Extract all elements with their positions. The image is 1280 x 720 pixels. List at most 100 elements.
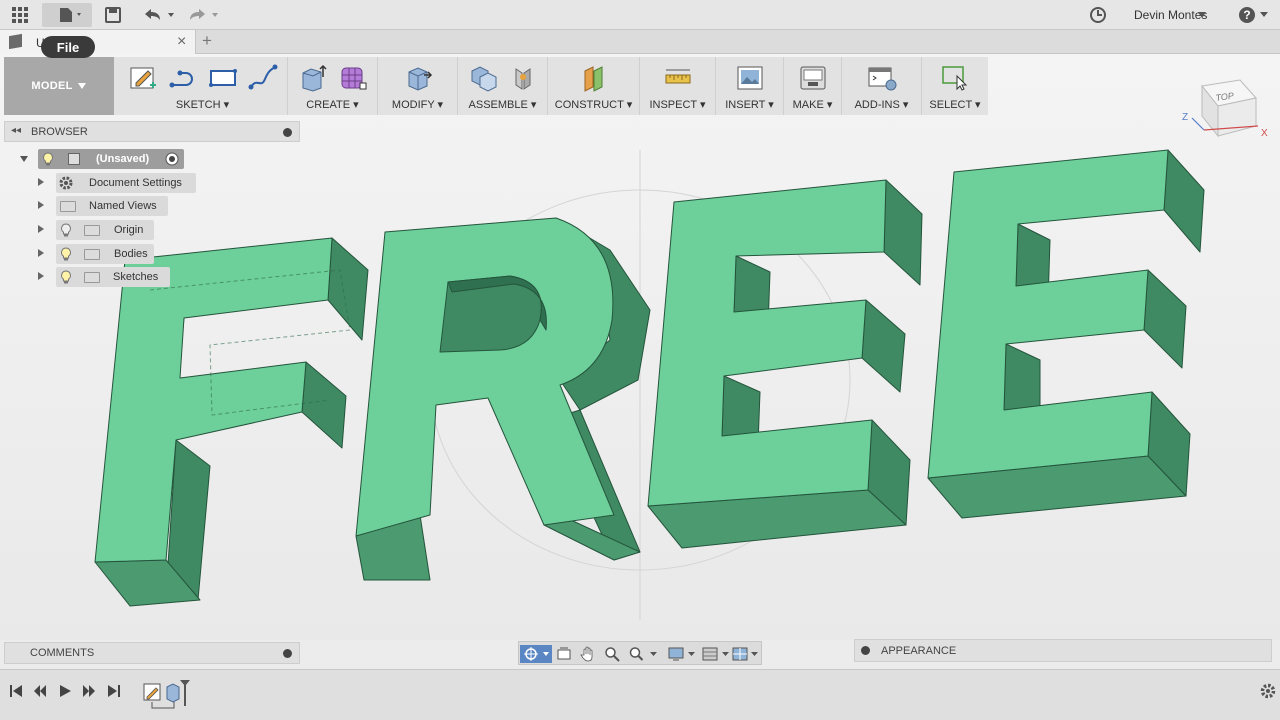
press-pull-icon[interactable] (403, 63, 433, 93)
visibility-bulb-icon[interactable] (60, 270, 72, 284)
look-at-button[interactable] (555, 645, 573, 663)
folder-icon (84, 272, 100, 283)
timeline-settings-gear-icon[interactable] (1259, 682, 1277, 700)
expand-arrow-icon[interactable] (38, 178, 44, 186)
grid-snap-button[interactable] (701, 645, 733, 663)
expand-arrow-icon[interactable] (38, 201, 44, 209)
redo-button[interactable] (184, 3, 224, 27)
letter-e-second[interactable] (927, 149, 1205, 519)
comments-panel[interactable]: COMMENTS (4, 642, 300, 664)
display-icon (668, 647, 695, 661)
save-button[interactable] (100, 3, 126, 27)
display-settings-button[interactable] (667, 645, 699, 663)
browser-item-bodies[interactable]: Bodies (38, 244, 158, 264)
folder-icon (60, 201, 76, 212)
apps-grid-button[interactable] (6, 3, 34, 27)
spline-icon[interactable] (248, 63, 278, 93)
appearance-title: APPEARANCE (881, 645, 957, 657)
fit-button[interactable] (627, 645, 661, 663)
save-icon (105, 7, 121, 23)
browser-root-node[interactable]: (Unsaved) (20, 149, 190, 169)
workspace-label: MODEL (31, 80, 73, 92)
gear-icon (59, 176, 73, 190)
folder-icon (84, 249, 100, 260)
expand-arrow-icon[interactable] (38, 249, 44, 257)
modify-group[interactable]: MODIFY ▾ (378, 57, 458, 115)
go-to-start-icon[interactable] (9, 684, 23, 698)
new-component-icon[interactable] (468, 63, 498, 93)
workspace-switcher[interactable]: MODEL (4, 57, 114, 115)
zoom-button[interactable] (603, 645, 621, 663)
activate-radio-icon[interactable] (165, 152, 179, 166)
viewcube[interactable]: TOP Z X (1176, 72, 1272, 144)
step-forward-icon[interactable] (82, 684, 96, 698)
construct-group[interactable]: CONSTRUCT ▾ (548, 57, 640, 115)
3d-print-icon[interactable] (798, 63, 828, 93)
file-menu-button[interactable] (42, 3, 92, 27)
assemble-group[interactable]: ASSEMBLE ▾ (458, 57, 548, 115)
undo-icon (145, 9, 174, 20)
expand-arrow-icon[interactable] (38, 272, 44, 280)
orbit-button[interactable] (520, 645, 552, 663)
measure-icon[interactable] (663, 63, 693, 93)
insert-group[interactable]: INSERT ▾ (716, 57, 784, 115)
component-icon (68, 153, 80, 165)
browser-item-origin[interactable]: Origin (38, 220, 158, 240)
select-group-label: SELECT (929, 99, 972, 111)
pan-button[interactable] (579, 645, 597, 663)
select-icon[interactable] (940, 63, 970, 93)
browser-item-sketches[interactable]: Sketches (38, 267, 172, 287)
undo-button[interactable] (140, 3, 180, 27)
scripts-icon[interactable] (867, 63, 897, 93)
job-status-button[interactable] (1088, 3, 1108, 27)
insert-group-label: INSERT (725, 99, 766, 111)
panel-pin-icon[interactable] (861, 646, 870, 655)
svg-text:?: ? (1243, 8, 1250, 22)
extrude-icon[interactable] (298, 63, 328, 93)
make-group[interactable]: MAKE ▾ (784, 57, 842, 115)
timeline-features[interactable] (142, 678, 194, 714)
appearance-panel[interactable]: APPEARANCE (854, 639, 1272, 662)
expand-arrow-icon[interactable] (20, 156, 28, 162)
letter-e-first[interactable] (647, 179, 923, 549)
form-icon[interactable] (338, 63, 368, 93)
line-icon[interactable] (168, 63, 198, 93)
navigation-bar (518, 641, 762, 665)
insert-image-icon[interactable] (735, 63, 765, 93)
inspect-group[interactable]: INSPECT ▾ (640, 57, 716, 115)
viewports-button[interactable] (731, 645, 761, 663)
browser-panel-header[interactable]: ◂◂ BROWSER (4, 121, 300, 142)
expand-arrow-icon[interactable] (38, 225, 44, 233)
rectangle-icon[interactable] (208, 63, 238, 93)
browser-item-named-views[interactable]: Named Views (38, 196, 178, 216)
sketch-group-label: SKETCH (175, 99, 221, 111)
make-group-label: MAKE (792, 99, 824, 111)
close-tab-icon[interactable]: × (177, 33, 186, 51)
select-group[interactable]: SELECT ▾ (922, 57, 988, 115)
browser-item-label: Bodies (114, 248, 148, 260)
visibility-bulb-icon[interactable] (60, 223, 72, 237)
collapse-icon[interactable]: ◂◂ (11, 125, 21, 136)
play-icon[interactable] (58, 684, 72, 698)
chevron-down-icon (1198, 12, 1206, 18)
panel-pin-icon[interactable] (283, 649, 292, 658)
create-sketch-icon[interactable] (128, 63, 158, 93)
document-tab[interactable]: U × (0, 30, 196, 54)
go-to-end-icon[interactable] (107, 684, 121, 698)
offset-plane-icon[interactable] (579, 63, 609, 93)
comments-title: COMMENTS (30, 647, 95, 659)
visibility-bulb-icon[interactable] (60, 247, 72, 261)
step-back-icon[interactable] (33, 684, 47, 698)
sketch-group[interactable]: SKETCH ▾ (118, 57, 288, 115)
help-button[interactable]: ? (1236, 3, 1272, 27)
panel-pin-icon[interactable] (283, 128, 292, 137)
new-tab-button[interactable]: + (202, 31, 212, 51)
joint-icon[interactable] (508, 63, 538, 93)
create-group-label: CREATE (306, 99, 351, 111)
user-menu-chevron[interactable] (1196, 3, 1208, 27)
visibility-bulb-icon[interactable] (42, 152, 54, 166)
browser-item-document-settings[interactable]: Document Settings (38, 173, 198, 193)
add-ins-group[interactable]: ADD-INS ▾ (842, 57, 922, 115)
application-bar: Devin Montes ? (0, 0, 1280, 30)
create-group[interactable]: CREATE ▾ (288, 57, 378, 115)
